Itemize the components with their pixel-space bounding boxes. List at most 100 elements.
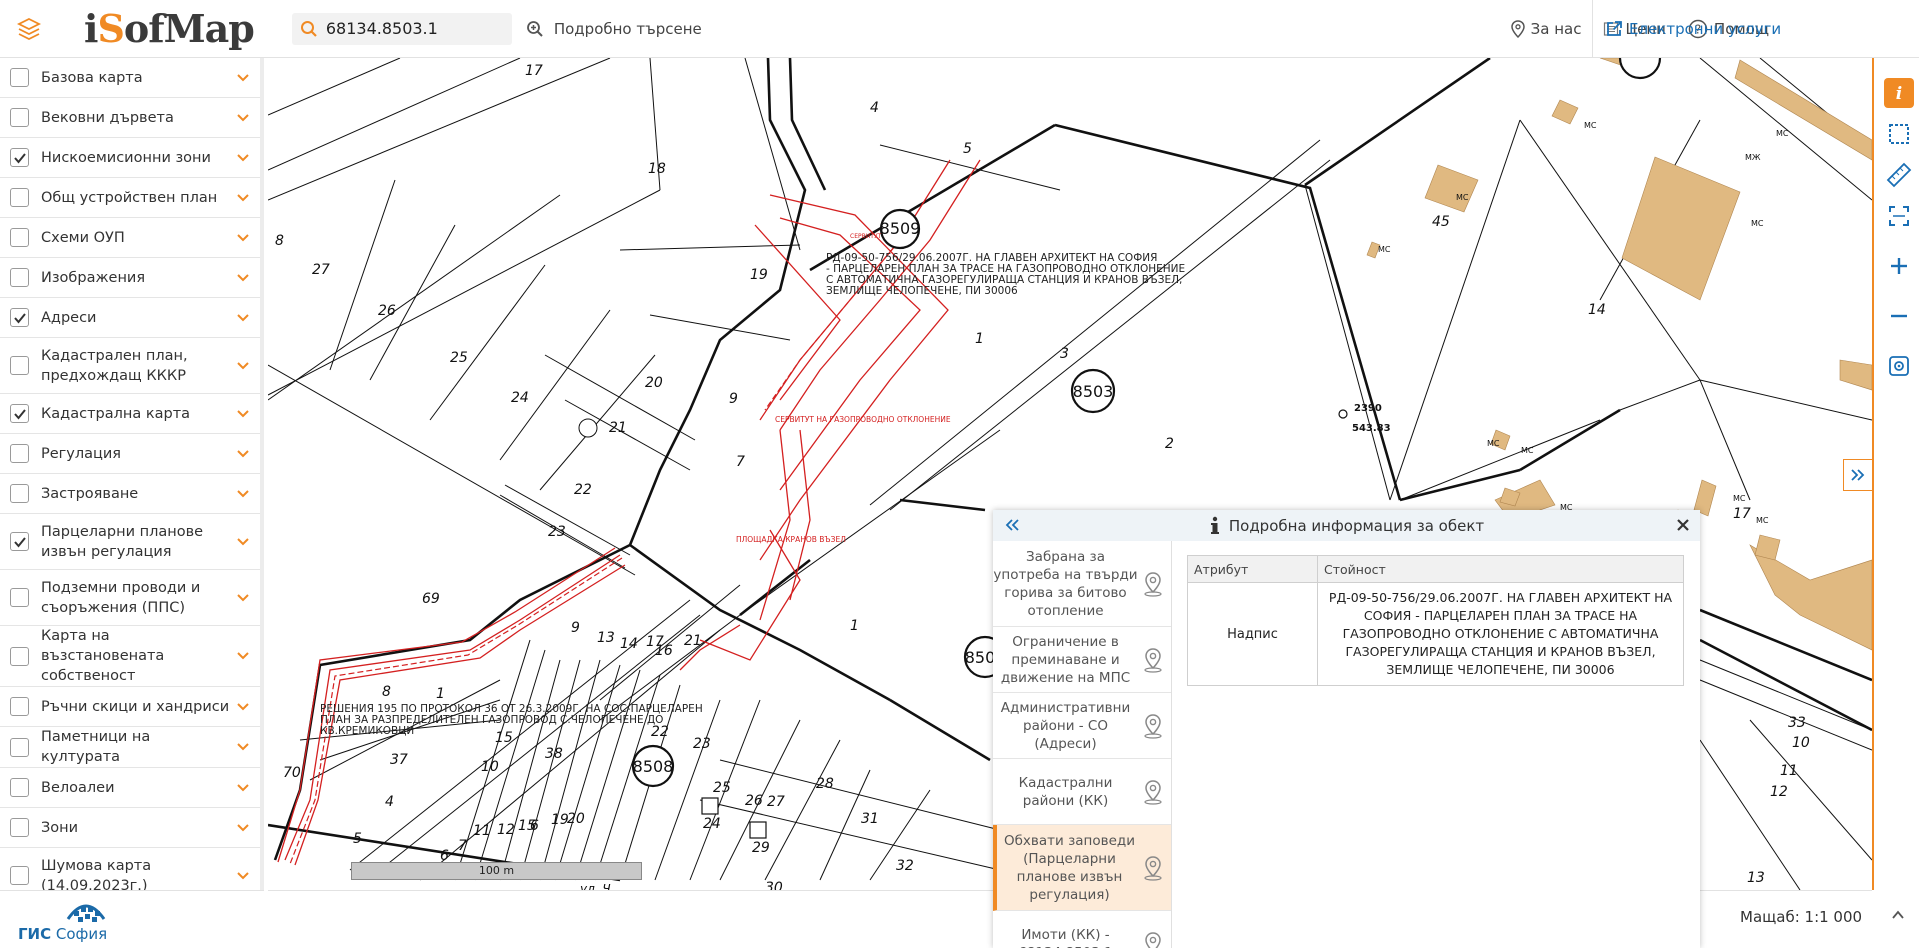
isofmap-logo[interactable]: iSofMap — [84, 6, 255, 51]
select-area-button[interactable] — [1884, 119, 1914, 149]
info-list-item[interactable]: Кадастрални райони (КК) — [993, 759, 1171, 825]
info-list-item[interactable]: Административни райони - СО (Адреси) — [993, 693, 1171, 759]
collapse-panel-button[interactable] — [1003, 517, 1021, 537]
layer-row[interactable]: Ръчни скици и хандриси — [0, 687, 260, 727]
layer-checkbox[interactable] — [10, 737, 29, 757]
info-list-item[interactable]: Ограничение в преминаване и движение на … — [993, 627, 1171, 693]
map-pin-icon[interactable] — [1141, 931, 1165, 948]
chevron-down-icon[interactable] — [236, 272, 250, 288]
layer-label: Изображения — [41, 269, 146, 286]
chevron-down-icon[interactable] — [236, 870, 250, 886]
layer-checkbox[interactable] — [10, 268, 29, 287]
layer-checkbox[interactable] — [10, 108, 29, 127]
map-pin-icon[interactable] — [1141, 647, 1165, 677]
advanced-search-button[interactable]: Подробно търсене — [526, 20, 702, 38]
chevron-down-icon[interactable] — [236, 152, 250, 168]
chevron-down-icon[interactable] — [236, 741, 250, 757]
chevron-down-icon[interactable] — [236, 488, 250, 504]
layer-checkbox[interactable] — [10, 484, 29, 503]
layer-checkbox[interactable] — [10, 444, 29, 463]
parcel-number-label: 23 — [548, 524, 566, 540]
layer-row[interactable]: Базова карта — [0, 58, 260, 98]
zoom-in-button[interactable] — [1884, 251, 1914, 281]
parcel-number-label: 26 — [378, 303, 396, 319]
layer-checkbox[interactable] — [10, 697, 29, 716]
chevron-down-icon[interactable] — [236, 448, 250, 464]
layer-row[interactable]: Шумова карта (14.09.2023г.) — [0, 848, 260, 890]
info-list-item[interactable]: Имоти (КК) - 68134.8503.1 — [993, 911, 1171, 948]
scale-readout[interactable]: Мащаб: 1:1 000 — [1740, 908, 1862, 926]
layers-toggle-button[interactable] — [0, 0, 58, 58]
layer-row[interactable]: Парцеларни планове извън регулация — [0, 514, 260, 570]
full-extent-button[interactable] — [1884, 201, 1914, 231]
layer-row[interactable]: Зони — [0, 808, 260, 848]
chevron-down-icon[interactable] — [236, 72, 250, 88]
search-input[interactable] — [325, 19, 496, 38]
layer-row[interactable]: Нискоемисионни зони — [0, 138, 260, 178]
layer-checkbox[interactable] — [10, 404, 29, 423]
search-icon[interactable] — [300, 20, 318, 38]
measure-button[interactable] — [1884, 160, 1914, 190]
map-pin-icon[interactable] — [1141, 855, 1165, 885]
map-pin-icon[interactable] — [1141, 779, 1165, 809]
chevron-down-icon[interactable] — [236, 232, 250, 248]
chevron-down-icon[interactable] — [236, 701, 250, 717]
layer-row[interactable]: Велоалеи — [0, 768, 260, 808]
chevron-down-icon[interactable] — [236, 112, 250, 128]
layer-checkbox[interactable] — [10, 532, 29, 551]
layer-row[interactable]: Карта на възстановената собственост — [0, 626, 260, 687]
layer-checkbox[interactable] — [10, 148, 29, 167]
e-services-link[interactable]: Електронни услуги — [1592, 0, 1919, 58]
parcel-number-label: 27 — [767, 794, 785, 810]
parcel-number-label: 26 — [745, 793, 763, 809]
layer-row[interactable]: Застрояване — [0, 474, 260, 514]
map-pin-icon[interactable] — [1141, 713, 1165, 743]
layer-checkbox[interactable] — [10, 188, 29, 207]
chevron-down-icon[interactable] — [236, 592, 250, 608]
layer-row[interactable]: Кадастрален план, предхождащ КККР — [0, 338, 260, 394]
layer-checkbox[interactable] — [10, 778, 29, 797]
layer-checkbox[interactable] — [10, 68, 29, 87]
layer-row[interactable]: Схеми ОУП — [0, 218, 260, 258]
layer-row[interactable]: Паметници на културата — [0, 727, 260, 768]
layer-row[interactable]: Кадастрална карта — [0, 394, 260, 434]
layer-label: Адреси — [41, 309, 97, 326]
layer-checkbox[interactable] — [10, 818, 29, 837]
chevron-down-icon[interactable] — [236, 822, 250, 838]
layer-checkbox[interactable] — [10, 866, 29, 885]
plan-red-label: СЕРВИТУТ НА ГАЗОПРОВОДНО ОТКЛОНЕНИЕ — [775, 415, 951, 424]
info-list-item[interactable]: Забрана за употреба на твърди горива за … — [993, 541, 1171, 627]
chevron-down-icon[interactable] — [236, 782, 250, 798]
parcel-number-label: 25 — [450, 350, 468, 366]
map-pin-icon[interactable] — [1141, 571, 1165, 601]
parcel-number-label: 9 — [571, 620, 580, 636]
chevron-down-icon[interactable] — [236, 312, 250, 328]
layer-row[interactable]: Общ устройствен план — [0, 178, 260, 218]
layer-row[interactable]: Изображения — [0, 258, 260, 298]
layer-checkbox[interactable] — [10, 356, 29, 375]
info-tool-button[interactable]: i — [1884, 78, 1914, 108]
parcel-number-label: 31 — [861, 811, 879, 827]
nav-about[interactable]: За нас — [1510, 20, 1581, 38]
info-list-item[interactable]: Обхвати заповеди (Парцеларни планове изв… — [993, 825, 1171, 911]
zoom-out-button[interactable] — [1884, 301, 1914, 331]
layer-checkbox[interactable] — [10, 646, 29, 666]
map-circle-marker[interactable] — [1618, 58, 1662, 80]
expand-panel-button[interactable] — [1843, 459, 1873, 491]
layer-row[interactable]: Адреси — [0, 298, 260, 338]
chevron-down-icon[interactable] — [236, 650, 250, 666]
gis-sofia-logo[interactable]: ГИС София — [0, 890, 264, 948]
locate-button[interactable] — [1884, 351, 1914, 381]
chevron-down-icon[interactable] — [236, 408, 250, 424]
layer-checkbox[interactable] — [10, 228, 29, 247]
layer-row[interactable]: Вековни дървета — [0, 98, 260, 138]
layer-checkbox[interactable] — [10, 308, 29, 327]
layer-row[interactable]: Подземни проводи и съоръжения (ППС) — [0, 570, 260, 626]
chevron-up-icon[interactable] — [1891, 908, 1905, 926]
chevron-down-icon[interactable] — [236, 536, 250, 552]
close-panel-button[interactable] — [1674, 516, 1692, 538]
layer-row[interactable]: Регулация — [0, 434, 260, 474]
chevron-down-icon[interactable] — [236, 360, 250, 376]
chevron-down-icon[interactable] — [236, 192, 250, 208]
layer-checkbox[interactable] — [10, 588, 29, 607]
